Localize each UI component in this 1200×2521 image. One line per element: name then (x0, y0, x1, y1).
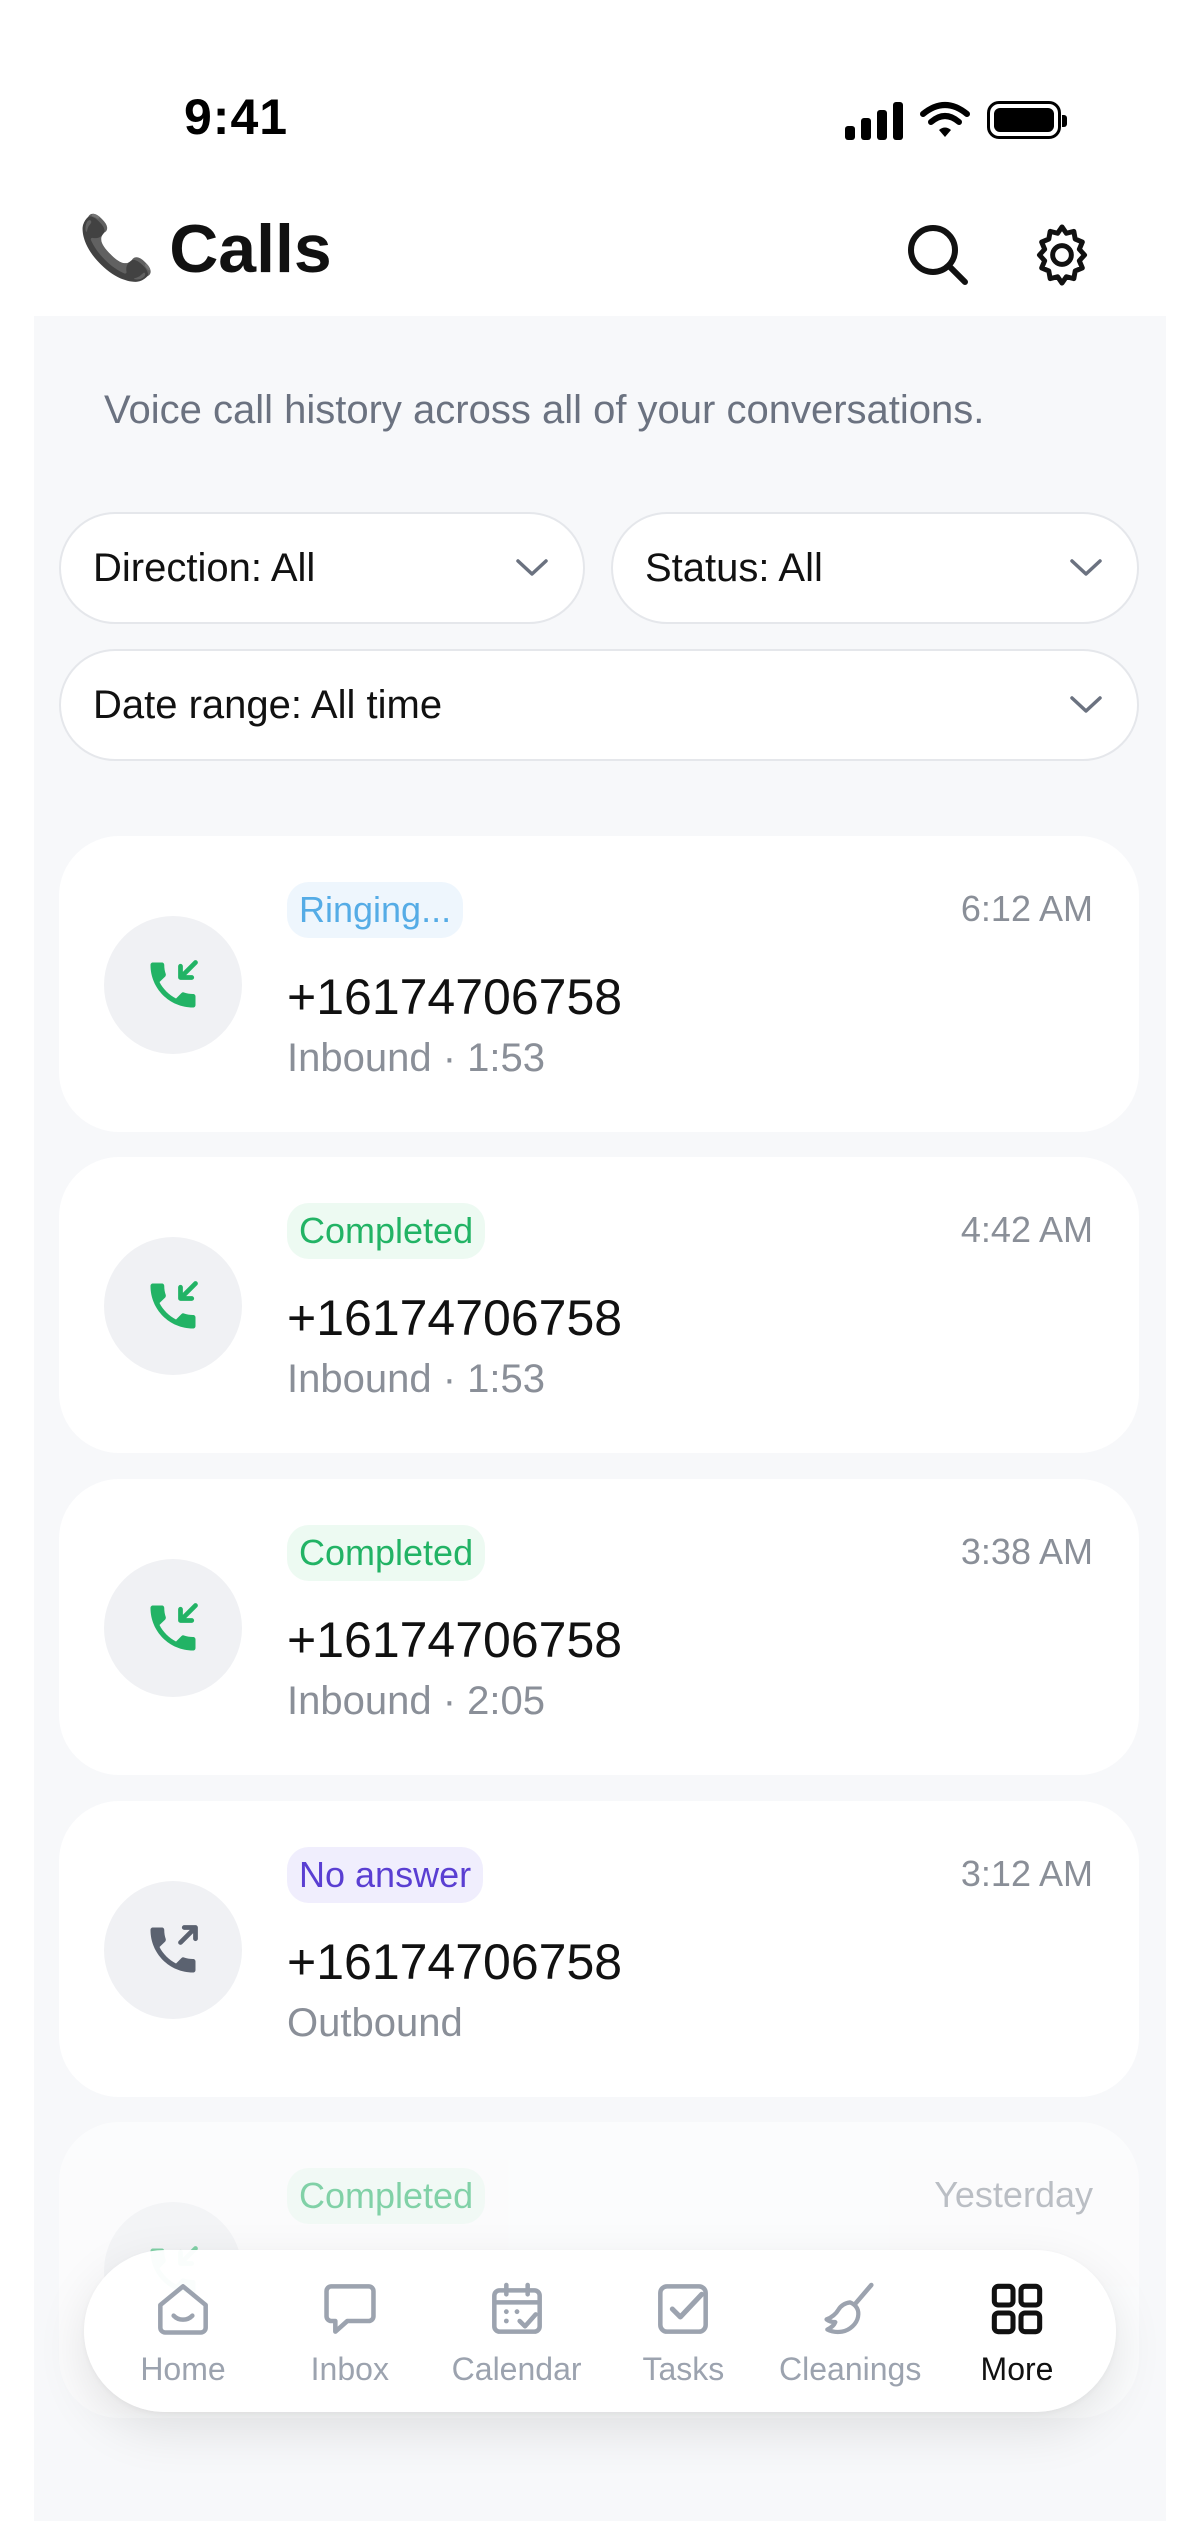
phone-emoji-icon: 📞 (78, 214, 156, 283)
call-time: 3:38 AM (960, 1531, 1093, 1572)
page-title: 📞 Calls (78, 210, 332, 288)
status-filter-label: Status: All (645, 545, 823, 590)
chevron-down-icon (1070, 559, 1102, 576)
call-detail: Inbound · 2:05 (287, 1679, 545, 1723)
header: 📞 Calls (0, 190, 1200, 316)
status-bar: 9:41 (0, 0, 1200, 190)
status-badge: Completed (287, 2168, 486, 2224)
status-time: 9:41 (184, 89, 289, 145)
nav-label: Inbox (310, 2350, 389, 2387)
status-badge: No answer (287, 1847, 484, 1903)
status-badge: Completed (287, 1203, 486, 1259)
nav-item-more[interactable]: More (934, 2250, 1100, 2412)
nav-item-cleanings[interactable]: Cleanings (767, 2250, 933, 2412)
nav-label: More (980, 2350, 1054, 2387)
phone-incoming-icon (150, 960, 198, 1008)
chevron-down-icon (516, 559, 548, 576)
call-card[interactable]: No answer 3:12 AM +16174706758 Outbound (59, 1801, 1139, 2097)
call-card[interactable]: Completed 3:38 AM +16174706758 Inbound ·… (59, 1479, 1139, 1775)
broom-icon (824, 2282, 874, 2334)
settings-button[interactable] (1027, 220, 1097, 290)
call-direction-avatar (104, 1237, 242, 1375)
call-number: +16174706758 (287, 1934, 623, 1990)
call-number: +16174706758 (287, 969, 623, 1025)
nav-item-inbox[interactable]: Inbox (267, 2250, 433, 2412)
bottom-nav: Home Inbox Calendar Tasks Cleanings More (84, 2250, 1116, 2412)
search-icon (908, 225, 968, 285)
nav-item-calendar[interactable]: Calendar (434, 2250, 600, 2412)
date-range-filter[interactable]: Date range: All time (59, 649, 1139, 761)
gear-icon (1036, 224, 1088, 286)
call-direction-avatar (104, 916, 242, 1054)
cellular-signal-icon (845, 100, 903, 140)
battery-icon (987, 101, 1067, 139)
nav-label: Tasks (642, 2350, 725, 2387)
nav-label: Cleanings (779, 2350, 922, 2387)
call-time: 6:12 AM (960, 888, 1093, 929)
call-direction-avatar (104, 1881, 242, 2019)
inbox-icon (324, 2283, 376, 2334)
wifi-icon (920, 102, 970, 137)
nav-item-tasks[interactable]: Tasks (600, 2250, 766, 2412)
chevron-down-icon (1070, 696, 1102, 713)
phone-incoming-icon (150, 1603, 198, 1651)
call-time: Yesterday (934, 2174, 1093, 2215)
call-direction-avatar (104, 1559, 242, 1697)
status-badge: Completed (287, 1525, 486, 1581)
phone-outgoing-icon (150, 1925, 198, 1973)
page-title-text: Calls (169, 211, 332, 287)
status-icons (845, 96, 1067, 144)
direction-filter[interactable]: Direction: All (59, 512, 585, 624)
call-number: +16174706758 (287, 1290, 623, 1346)
calls-panel: Voice call history across all of your co… (34, 316, 1166, 2521)
call-time: 3:12 AM (960, 1853, 1093, 1894)
direction-filter-label: Direction: All (93, 545, 316, 590)
call-detail: Outbound (287, 2001, 463, 2045)
phone-incoming-icon (150, 1281, 198, 1329)
search-button[interactable] (903, 220, 973, 290)
status-filter[interactable]: Status: All (611, 512, 1139, 624)
call-detail: Inbound · 1:53 (287, 1036, 545, 1080)
date-range-filter-label: Date range: All time (93, 682, 443, 727)
page-description: Voice call history across all of your co… (104, 388, 985, 432)
call-card[interactable]: Completed 4:42 AM +16174706758 Inbound ·… (59, 1157, 1139, 1453)
call-time: 4:42 AM (960, 1209, 1093, 1250)
status-badge: Ringing... (287, 882, 464, 938)
nav-label: Calendar (451, 2350, 582, 2387)
grid-icon (991, 2283, 1043, 2334)
call-card[interactable]: Ringing... 6:12 AM +16174706758 Inbound … (59, 836, 1139, 1132)
tasks-icon (658, 2283, 709, 2334)
calendar-icon (491, 2282, 542, 2334)
home-icon (158, 2283, 208, 2335)
call-detail: Inbound · 1:53 (287, 1357, 545, 1401)
call-number: +16174706758 (287, 1612, 623, 1668)
nav-label: Home (140, 2350, 226, 2387)
nav-item-home[interactable]: Home (100, 2250, 266, 2412)
